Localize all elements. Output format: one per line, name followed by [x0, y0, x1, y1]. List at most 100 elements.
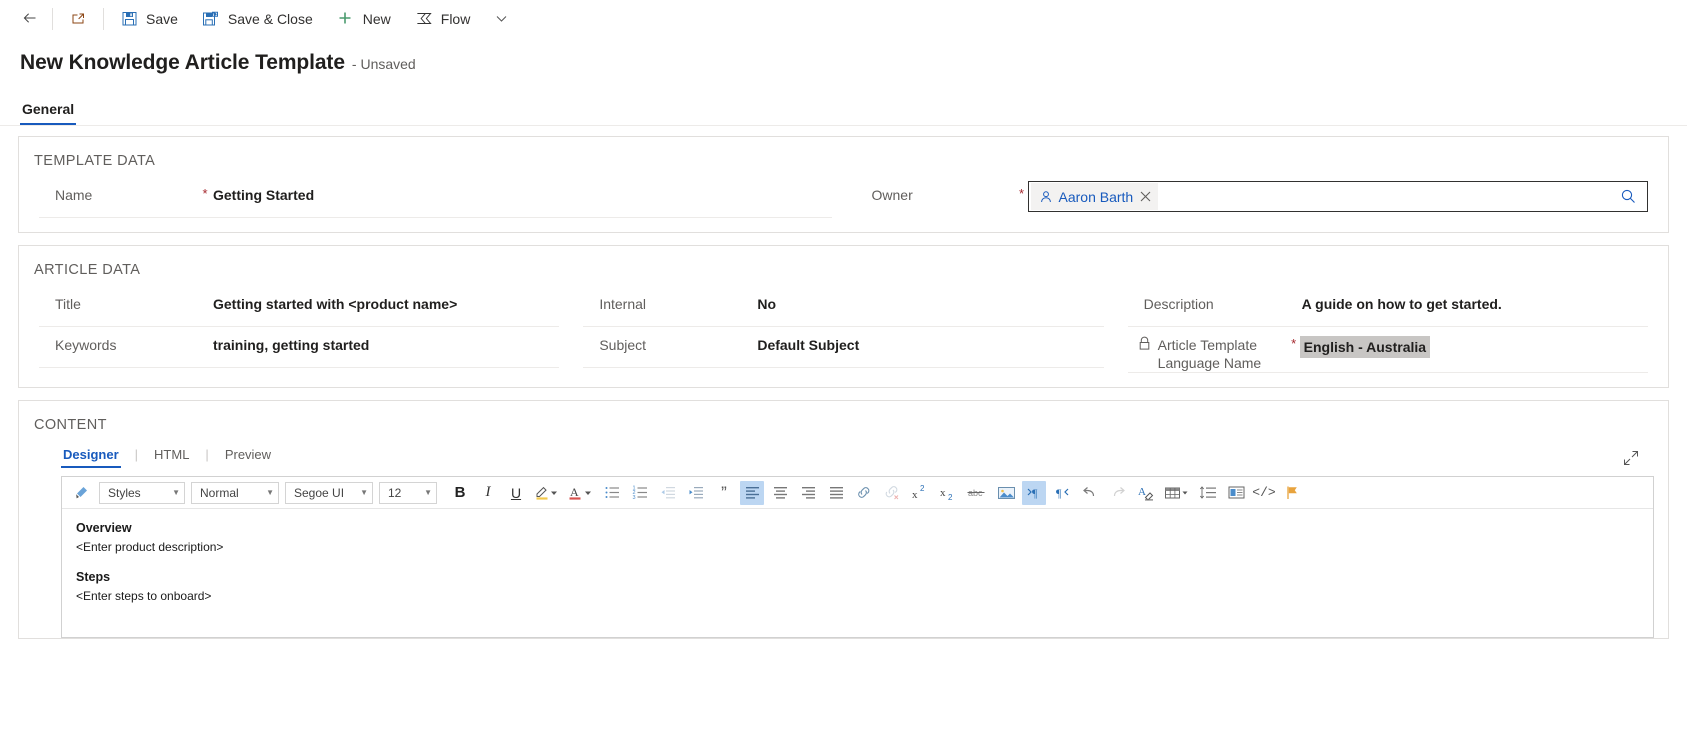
- popout-button[interactable]: [57, 1, 99, 37]
- page-break-icon[interactable]: [1224, 481, 1248, 505]
- remove-link-icon[interactable]: [880, 481, 904, 505]
- content-section-title: CONTENT: [34, 417, 107, 433]
- chevron-down-icon: ▼: [424, 488, 432, 497]
- page-subtitle-unsaved: - Unsaved: [351, 56, 416, 72]
- field-owner-label: Owner: [871, 187, 913, 203]
- clear-owner-icon[interactable]: [1139, 190, 1152, 203]
- font-size-dropdown[interactable]: 12 ▼: [379, 481, 437, 504]
- content-overview-heading: Overview: [76, 521, 132, 535]
- field-internal-label-group: Internal: [583, 295, 743, 313]
- owner-lookup-pill[interactable]: Aaron Barth: [1030, 183, 1159, 210]
- left-to-right-icon[interactable]: ¶: [1022, 480, 1046, 505]
- back-arrow-icon: [20, 10, 38, 28]
- numbered-list-icon[interactable]: 1 2 3: [628, 481, 652, 505]
- superscript-icon[interactable]: x 2: [908, 481, 932, 505]
- insert-link-icon[interactable]: [852, 481, 876, 505]
- field-language-required-marker: *: [1291, 336, 1297, 351]
- form-body: TEMPLATE DATA Name * Getting Started Own…: [0, 126, 1687, 639]
- rich-text-editor: Styles ▼ Normal ▼ Segoe UI ▼ 12 ▼ B I U: [61, 476, 1654, 638]
- bold-button[interactable]: B: [448, 481, 472, 505]
- save-and-close-label: Save & Close: [227, 10, 313, 27]
- underline-button[interactable]: U: [504, 481, 528, 505]
- increase-indent-icon[interactable]: [684, 481, 708, 505]
- insert-image-icon[interactable]: [994, 481, 1018, 505]
- field-title-value[interactable]: Getting started with <product name>: [211, 295, 559, 313]
- svg-text:x: x: [940, 487, 946, 499]
- font-family-dropdown[interactable]: Segoe UI ▼: [285, 481, 373, 504]
- align-justify-icon[interactable]: [824, 481, 848, 505]
- content-steps-text: <Enter steps to onboard>: [76, 589, 212, 603]
- right-to-left-icon[interactable]: ¶: [1050, 481, 1074, 505]
- align-right-icon[interactable]: [796, 481, 820, 505]
- field-description-value[interactable]: A guide on how to get started.: [1300, 295, 1648, 313]
- page-title-row: New Knowledge Article Template - Unsaved: [0, 37, 1687, 75]
- svg-text:2: 2: [920, 484, 925, 493]
- styles-dropdown[interactable]: Styles ▼: [99, 481, 185, 504]
- command-separator-2: [103, 7, 104, 30]
- align-center-icon[interactable]: [768, 481, 792, 505]
- field-keywords: Keywords training, getting started: [39, 327, 560, 368]
- source-code-icon[interactable]: </>: [1252, 481, 1276, 505]
- svg-text:A: A: [570, 485, 579, 499]
- chevron-down-icon: [492, 10, 510, 28]
- field-language-label-line1: Article Template: [1157, 337, 1257, 353]
- field-keywords-label: Keywords: [55, 337, 117, 353]
- field-description-label-group: Description: [1128, 295, 1288, 313]
- search-icon[interactable]: [1620, 188, 1643, 205]
- save-button[interactable]: Save: [108, 1, 190, 37]
- tab-general[interactable]: General: [20, 101, 77, 125]
- editor-tab-html[interactable]: HTML: [152, 447, 191, 468]
- bulleted-list-icon[interactable]: [600, 481, 624, 505]
- page-title: New Knowledge Article Template: [20, 51, 345, 74]
- strikethrough-icon[interactable]: abc: [964, 481, 990, 505]
- owner-lookup-input[interactable]: Aaron Barth: [1027, 181, 1648, 212]
- undo-icon[interactable]: [1078, 481, 1102, 505]
- font-size-value: 12: [388, 485, 402, 500]
- new-button[interactable]: New: [325, 1, 403, 37]
- field-owner: Owner * Aaron Barth: [856, 177, 1648, 218]
- align-left-icon[interactable]: [740, 480, 764, 505]
- field-internal-value[interactable]: No: [755, 295, 1103, 313]
- expand-editor-icon[interactable]: [1622, 449, 1640, 467]
- field-language-value[interactable]: English - Australia: [1299, 336, 1431, 358]
- template-data-section-title: TEMPLATE DATA: [34, 153, 156, 169]
- field-title: Title Getting started with <product name…: [39, 286, 560, 327]
- save-and-close-button[interactable]: Save & Close: [190, 1, 325, 37]
- field-subject-label-group: Subject: [583, 336, 743, 354]
- field-keywords-label-group: Keywords: [39, 336, 199, 354]
- field-name-label: Name: [55, 187, 93, 203]
- editor-tab-designer[interactable]: Designer: [61, 447, 121, 468]
- field-name-value[interactable]: Getting Started: [211, 186, 832, 204]
- line-spacing-icon[interactable]: [1196, 481, 1220, 505]
- block-quote-icon[interactable]: ”: [712, 481, 736, 505]
- field-subject-value[interactable]: Default Subject: [755, 336, 1103, 354]
- back-button[interactable]: [10, 1, 48, 37]
- decrease-indent-icon[interactable]: [656, 481, 680, 505]
- field-name: Name * Getting Started: [39, 177, 832, 218]
- text-color-icon[interactable]: A: [566, 481, 596, 505]
- insert-table-icon[interactable]: [1162, 481, 1192, 505]
- command-overflow-button[interactable]: [482, 1, 520, 37]
- flow-button[interactable]: Flow: [403, 1, 483, 37]
- field-keywords-value[interactable]: training, getting started: [211, 336, 559, 354]
- article-data-column-1: Title Getting started with <product name…: [33, 286, 577, 373]
- field-internal-label: Internal: [599, 296, 647, 312]
- plus-icon: [337, 10, 355, 28]
- format-painter-icon[interactable]: [70, 481, 94, 505]
- clear-formatting-icon[interactable]: A: [1134, 481, 1158, 505]
- svg-text:3: 3: [632, 495, 635, 501]
- redo-icon[interactable]: [1106, 481, 1130, 505]
- section-article-data: ARTICLE DATA Title Getting started with …: [18, 245, 1669, 388]
- flag-icon[interactable]: [1280, 481, 1304, 505]
- new-button-label: New: [362, 10, 391, 27]
- field-title-label-group: Title: [39, 295, 199, 313]
- person-icon: [1039, 190, 1053, 204]
- flow-button-label: Flow: [440, 10, 471, 27]
- text-highlight-color-icon[interactable]: [532, 481, 562, 505]
- editor-tab-preview[interactable]: Preview: [223, 447, 273, 468]
- italic-button[interactable]: I: [476, 481, 500, 505]
- subscript-icon[interactable]: x 2: [936, 481, 960, 505]
- field-language: Article Template Language Name * English…: [1127, 327, 1648, 373]
- paragraph-format-dropdown[interactable]: Normal ▼: [191, 481, 279, 504]
- editor-content-area[interactable]: Overview <Enter product description> Ste…: [62, 509, 1653, 637]
